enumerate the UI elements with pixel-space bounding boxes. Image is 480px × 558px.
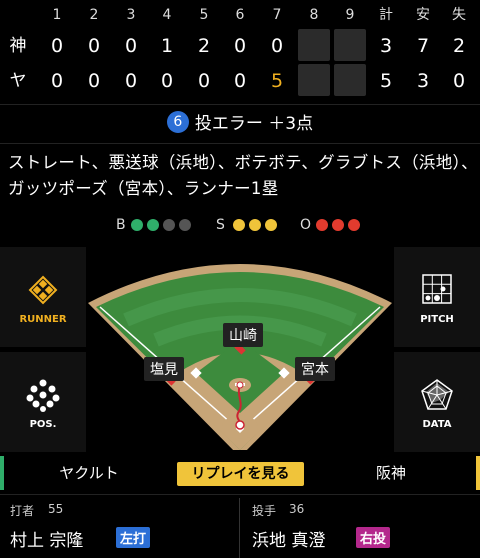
out-dot — [332, 219, 344, 231]
out-dot — [316, 219, 328, 231]
ball-count: B S O — [0, 216, 480, 236]
left-fielder-tag: 塩見 — [144, 357, 184, 381]
outs-label: O — [300, 217, 312, 233]
runs-total: 5 — [379, 70, 393, 92]
runs-total: 3 — [379, 35, 393, 57]
current-inning-score: 5 — [270, 70, 284, 92]
score-cell: 0 — [197, 70, 211, 92]
score-cell: 2 — [197, 35, 211, 57]
score-cell: 0 — [87, 70, 101, 92]
positions-label: POS. — [29, 419, 57, 430]
event-number-badge: 6 — [166, 111, 189, 133]
score-cell: 0 — [233, 70, 247, 92]
tab-yakult[interactable]: ヤクルト — [4, 456, 174, 490]
score-cell: 0 — [124, 35, 138, 57]
hits-total: 7 — [416, 35, 430, 57]
ball-dot — [163, 219, 175, 231]
batter-name[interactable]: 村上 宗隆 — [10, 526, 83, 551]
replay-button[interactable]: リプレイを見る — [177, 462, 304, 486]
inning-1-header: 1 — [52, 7, 62, 23]
pitch-button[interactable]: PITCH — [394, 247, 480, 347]
team-tabs: ヤクルト リプレイを見る 阪神 — [0, 456, 480, 490]
empty-score-box — [334, 64, 366, 96]
divider — [0, 494, 480, 495]
pitcher-role: 投手 — [252, 504, 277, 518]
strike-dot — [233, 219, 245, 231]
inning-2-header: 2 — [89, 7, 99, 23]
batter-number: 55 — [48, 502, 64, 516]
inning-5-header: 5 — [199, 7, 209, 23]
team-name: 神 — [9, 36, 27, 56]
score-cell: 0 — [50, 35, 64, 57]
ball-dot — [147, 219, 159, 231]
empty-score-box — [298, 64, 330, 96]
inning-6-header: 6 — [235, 7, 245, 23]
tab-hanshin[interactable]: 阪神 — [306, 456, 476, 490]
score-cell: 1 — [160, 35, 174, 57]
hits-header: 安 — [416, 7, 430, 23]
inning-7-header: 7 — [272, 7, 282, 23]
event-text: 投エラー ＋3点 — [194, 114, 314, 134]
right-fielder-tag: 宮本 — [295, 357, 335, 381]
errors-total: 0 — [452, 70, 466, 92]
score-cell: 0 — [233, 35, 247, 57]
radar-chart-icon — [421, 379, 453, 410]
divider — [0, 143, 480, 144]
errors-total: 2 — [452, 35, 466, 57]
matchup-panel: 打者 55 村上 宗隆 左打 投手 36 浜地 真澄 右投 — [0, 494, 480, 558]
positions-button[interactable]: POS. — [0, 352, 86, 452]
pitcher-name[interactable]: 浜地 真澄 — [252, 526, 325, 551]
team-color-bar — [476, 456, 480, 490]
positions-icon — [26, 379, 60, 412]
runner-label: RUNNER — [19, 314, 67, 325]
data-button[interactable]: DATA — [394, 352, 480, 452]
pitcher-hand-badge: 右投 — [356, 527, 391, 548]
score-cell: 0 — [160, 70, 174, 92]
data-label: DATA — [422, 419, 452, 430]
play-description: ストレート、悪送球（浜地）、ボテボテ、グラブトス（浜地）、ガッツポーズ（宮本）、… — [8, 153, 478, 198]
score-cell: 0 — [87, 35, 101, 57]
pitch-label: PITCH — [420, 314, 454, 325]
inning-3-header: 3 — [126, 7, 136, 23]
balls-label: B — [116, 217, 126, 233]
score-cell: 0 — [50, 70, 64, 92]
inning-8-header: 8 — [309, 7, 319, 23]
play-event: 6 投エラー ＋3点 — [0, 109, 480, 139]
divider — [239, 498, 240, 558]
center-fielder-tag: 山崎 — [223, 323, 263, 347]
field-diagram — [88, 264, 392, 457]
empty-score-box — [334, 29, 366, 61]
score-cell: 0 — [124, 70, 138, 92]
errors-header: 失 — [452, 7, 466, 23]
empty-score-box — [298, 29, 330, 61]
score-cell: 0 — [270, 35, 284, 57]
out-dot — [348, 219, 360, 231]
batter-hand-badge: 左打 — [116, 527, 151, 548]
divider — [0, 104, 480, 105]
ball-dot — [131, 219, 143, 231]
strikes-label: S — [216, 217, 225, 233]
inning-9-header: 9 — [345, 7, 355, 23]
team-name: ヤ — [9, 71, 27, 91]
ball-dot — [179, 219, 191, 231]
runner-icon — [28, 275, 58, 305]
runs-header: 計 — [379, 7, 393, 23]
runner-button[interactable]: RUNNER — [0, 247, 86, 347]
hits-total: 3 — [416, 70, 430, 92]
pitcher-number: 36 — [289, 502, 305, 516]
batter-role: 打者 — [10, 504, 35, 518]
strike-dot — [249, 219, 261, 231]
pitch-grid-icon — [422, 274, 452, 304]
inning-4-header: 4 — [162, 7, 172, 23]
strike-dot — [265, 219, 277, 231]
baseball-field: 山崎 塩見 宮本 — [86, 245, 394, 457]
